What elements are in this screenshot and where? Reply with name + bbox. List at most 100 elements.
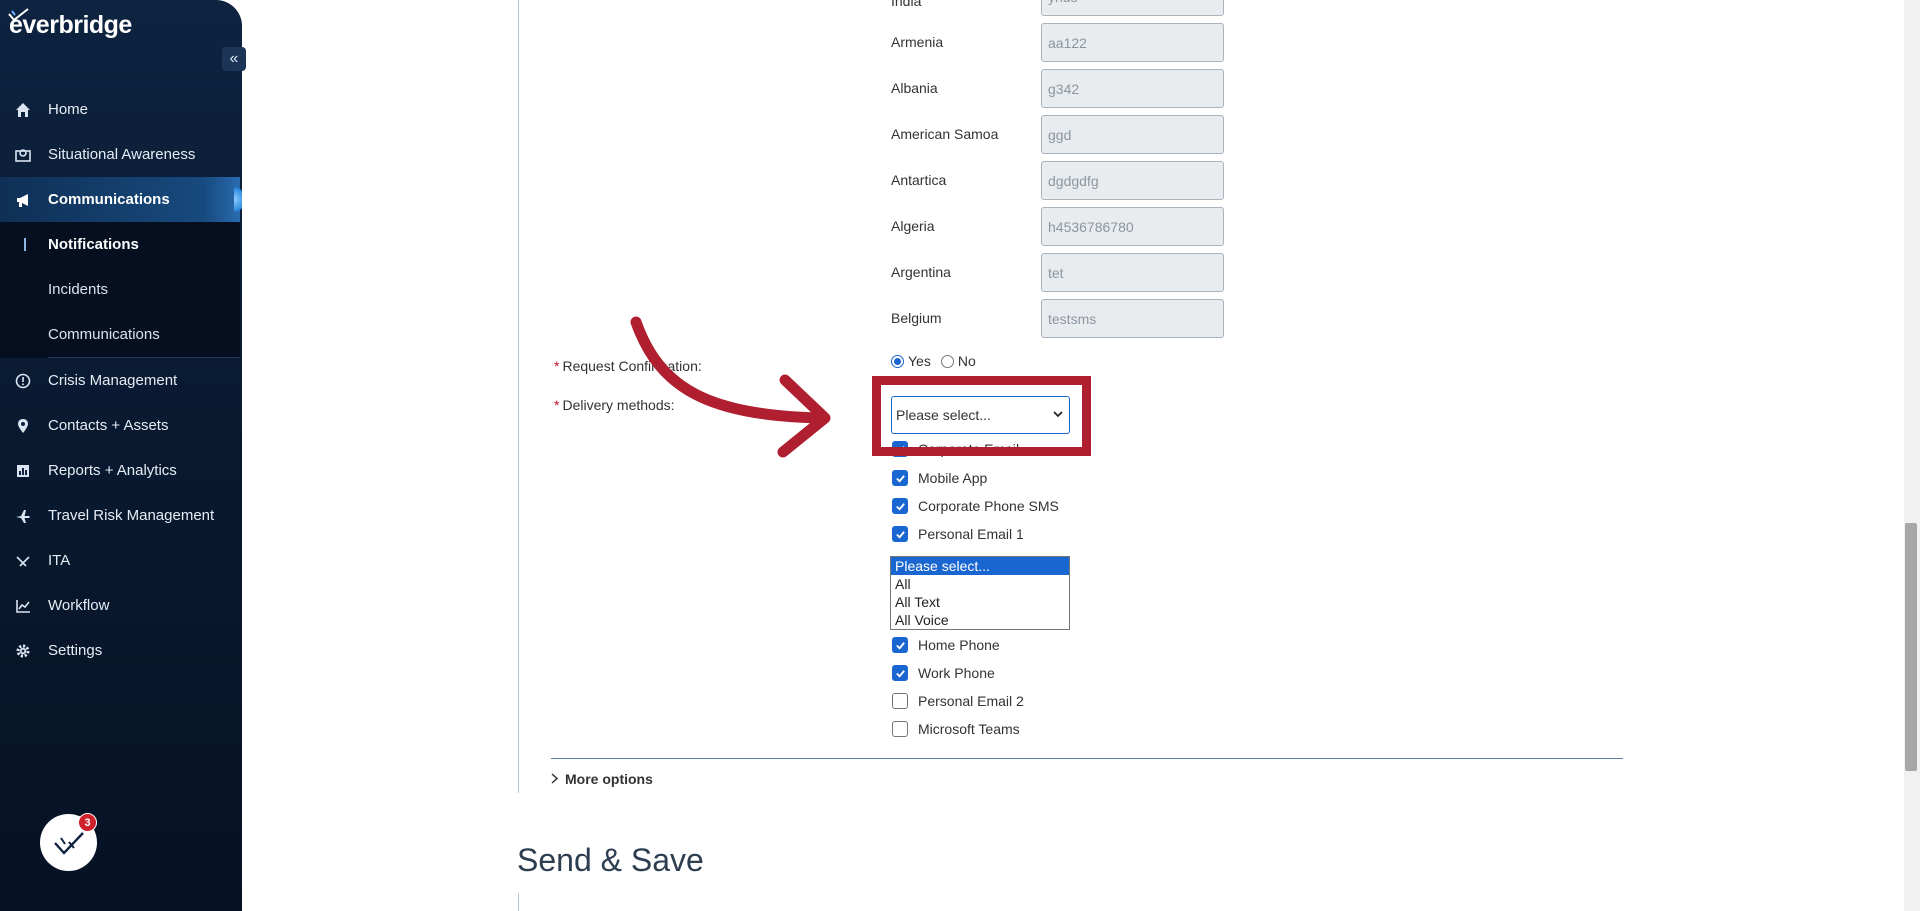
radio-yes-label[interactable]: Yes [908,353,931,369]
country-sender-id-input[interactable]: aa122 [1041,23,1224,62]
sidebar-subitem-communications[interactable]: Communications [0,312,240,357]
sidebar-item-travel-risk-management[interactable]: Travel Risk Management [0,493,240,538]
send-save-title: Send & Save [517,842,704,878]
sidebar-item-ita[interactable]: ITA [0,538,240,583]
alert-circle-icon [15,373,31,389]
ita-icon [15,553,31,569]
checkbox-unchecked[interactable] [892,693,908,709]
delivery-method-row[interactable]: Mobile App [892,470,987,486]
panel-border [518,0,519,793]
sidebar-item-label: Travel Risk Management [48,507,215,524]
sidebar-item-label: Situational Awareness [48,146,196,163]
listbox-option[interactable]: All Voice [891,611,1069,629]
checkbox-checked[interactable] [892,637,908,653]
checkbox-checked[interactable] [892,498,908,514]
scrollbar-thumb[interactable] [1905,523,1917,771]
delivery-method-label: Corporate Phone SMS [918,498,1059,514]
panel-border-lower [518,893,519,911]
sidebar-item-label: Crisis Management [48,372,178,389]
sidebar-item-label: Workflow [48,597,110,614]
location-pin-icon [15,418,31,434]
delivery-method-label: Microsoft Teams [918,721,1020,737]
listbox-option[interactable]: All Text [891,593,1069,611]
sidebar-item-label: Settings [48,642,103,659]
sidebar-item-label: ITA [48,552,71,569]
checkbox-checked[interactable] [892,470,908,486]
required-marker: * [554,397,560,413]
country-sender-id-input[interactable]: g342 [1041,69,1224,108]
delivery-method-row[interactable]: Personal Email 2 [892,693,1024,709]
delivery-methods-label: * Delivery methods: [554,397,675,413]
megaphone-icon [15,192,31,208]
country-sender-id-input[interactable]: yhds [1041,0,1224,16]
map-icon [15,147,31,163]
annotation-arrow-icon [630,316,831,458]
delivery-method-label: Mobile App [918,470,988,486]
sidebar-item-workflow[interactable]: Workflow [0,583,240,628]
sidebar-nav: Home Situational Awareness Communication… [0,87,242,673]
report-icon [15,463,31,479]
country-sender-id-input[interactable]: ggd [1041,115,1224,154]
delivery-method-row[interactable]: Work Phone [892,665,995,681]
radio-no[interactable] [940,354,954,368]
country-label: Algeria [891,218,935,234]
collapse-sidebar-button[interactable]: « [222,47,246,71]
delivery-method-label: Work Phone [918,665,995,681]
delivery-method-row[interactable]: Corporate Phone SMS [892,498,1059,514]
sidebar-item-crisis-management[interactable]: Crisis Management [0,358,240,403]
delivery-method-row[interactable]: Personal Email 1 [892,526,1024,542]
radio-yes[interactable] [891,354,904,368]
sidebar-subitem-notifications[interactable]: Notifications [0,222,240,267]
chevron-right-icon [551,771,559,787]
home-icon [15,102,31,118]
country-label: India [891,0,922,9]
country-sender-id-input[interactable]: h4536786780 [1041,207,1224,246]
delivery-method-row[interactable]: Microsoft Teams [892,721,1020,737]
page-scrollbar[interactable] [1904,0,1920,911]
request-confirmation-label: * Request Confirmation: [554,358,702,374]
delivery-method-select[interactable]: Please select... [891,396,1070,434]
sidebar-item-label: Communications [48,191,170,208]
required-marker: * [554,358,560,374]
checkbox-unchecked[interactable] [892,721,908,737]
listbox-option[interactable]: All [891,575,1069,593]
checkbox-checked[interactable] [892,665,908,681]
delivery-method-label: Home Phone [918,637,1000,653]
country-label: Albania [891,80,938,96]
logo-check-icon [8,8,29,22]
radio-no-label[interactable]: No [958,353,976,369]
sidebar-item-settings[interactable]: Settings [0,628,240,673]
checkbox-checked[interactable] [892,526,908,542]
request-confirmation-text: Request Confirmation: [562,358,702,374]
bot-check-icon [53,831,84,855]
sidebar-item-home[interactable]: Home [0,87,240,132]
sidebar-item-label: Contacts + Assets [48,417,169,434]
sidebar-item-label: Reports + Analytics [48,462,177,479]
sidebar-item-contacts-assets[interactable]: Contacts + Assets [0,403,240,448]
everbridge-logo[interactable]: everbridge [8,8,132,40]
request-confirmation-radios: Yes No [891,353,976,369]
country-sender-id-input[interactable]: tet [1041,253,1224,292]
country-sender-id-input[interactable]: dgdgdfg [1041,161,1224,200]
sidebar-item-reports-analytics[interactable]: Reports + Analytics [0,448,240,493]
notification-badge: 3 [78,813,97,832]
country-sender-id-input[interactable]: testsms [1041,299,1224,338]
listbox-option[interactable]: Please select... [891,557,1069,575]
communications-submenu: Notifications Incidents Communications [0,222,240,358]
section-divider [551,758,1623,759]
more-options-label: More options [565,771,653,787]
chart-line-icon [15,598,31,614]
sidebar-item-situational-awareness[interactable]: Situational Awareness [0,132,240,177]
country-label: Argentina [891,264,951,280]
country-label: American Samoa [891,126,999,142]
delivery-method-row[interactable]: Home Phone [892,637,1000,653]
sidebar-item-label: Home [48,101,89,118]
delivery-methods-text: Delivery methods: [562,397,675,413]
sidebar-item-communications[interactable]: Communications [0,177,242,222]
chevron-down-icon [1053,409,1063,421]
more-options-toggle[interactable]: More options [551,771,653,787]
delivery-method-label: Personal Email 1 [918,526,1024,542]
sidebar-subitem-incidents[interactable]: Incidents [0,267,240,312]
double-chevron-left-icon: « [229,50,239,67]
delivery-method-listbox[interactable]: Please select... All All Text All Voice [890,556,1070,630]
